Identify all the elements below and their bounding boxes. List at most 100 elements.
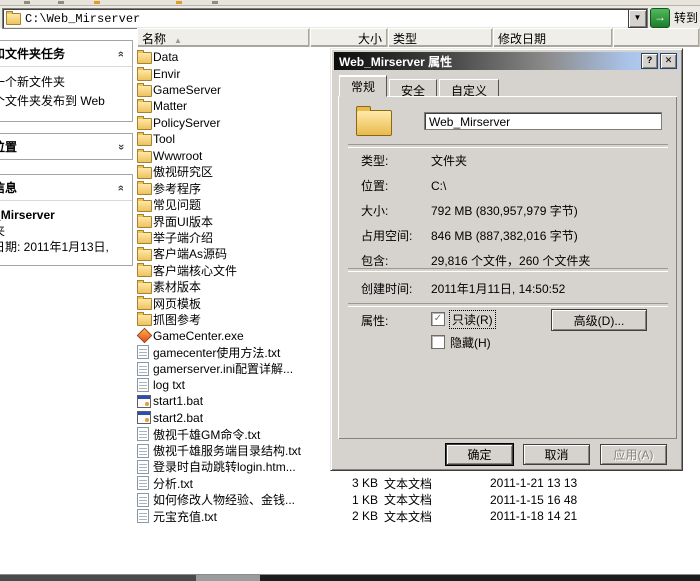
dialog-buttons: 确定 取消 应用(A) (331, 444, 667, 465)
advanced-button[interactable]: 高级(D)... (551, 309, 647, 331)
details-folder-name: Web_Mirserver (0, 207, 124, 223)
details-folder-type: 文件夹 (0, 223, 124, 239)
txt-icon (137, 345, 149, 359)
txt-icon (137, 427, 149, 441)
readonly-row: ✓ 只读(R) (431, 311, 495, 327)
dialog-tabs: 常规安全自定义 (339, 75, 501, 97)
details-header[interactable]: 详细信息 » (0, 175, 132, 201)
cancel-button[interactable]: 取消 (523, 444, 590, 465)
txt-icon (137, 476, 149, 490)
hidden-checkbox[interactable] (431, 335, 445, 349)
task-items: 创建一个新文件夹将这个文件夹发布到 Web (0, 67, 132, 121)
task-sidebar: 文件和文件夹任务 » 创建一个新文件夹将这个文件夹发布到 Web 其它位置 » … (0, 40, 133, 277)
folder-icon (137, 314, 152, 326)
fact-row: 类型: 文件夹 (338, 148, 677, 173)
txt-icon (137, 362, 149, 376)
folder-icon (137, 118, 152, 130)
hidden-row: 隐藏(H) (431, 334, 491, 350)
folder-icon (137, 134, 152, 146)
txt-icon (137, 493, 149, 507)
other-places-header[interactable]: 其它位置 » (0, 134, 132, 159)
folder-icon-large (356, 110, 392, 136)
folder-icon (137, 232, 152, 244)
folder-icon (137, 151, 152, 163)
task-item[interactable]: 创建一个新文件夹 (0, 73, 124, 92)
fact-row: 大小: 792 MB (830,957,979 字节) (338, 198, 677, 223)
help-button[interactable]: ? (641, 53, 658, 69)
address-input[interactable] (25, 11, 628, 26)
column-header-name[interactable]: 名称▲ (137, 28, 310, 47)
file-row[interactable]: 如何修改人物经验、金钱... 1 KB 文本文档 2011-1-15 16 48 (137, 492, 700, 508)
sort-asc-icon: ▲ (174, 36, 182, 45)
go-label: 转到 (674, 9, 698, 26)
close-button[interactable]: ✕ (660, 53, 677, 69)
folder-icon (6, 13, 21, 25)
folder-name-field[interactable]: Web_Mirserver (424, 112, 662, 130)
explorer-window: ▼ → 转到 名称▲ 大小 类型 修改日期 Data Envir GameSer… (0, 0, 700, 581)
general-tab-page: Web_Mirserver 类型: 文件夹 位置: C:\ 大小: 792 MB… (338, 96, 677, 439)
chevron-up-icon[interactable]: » (115, 50, 127, 56)
attributes-label: 属性: (361, 312, 388, 329)
txt-icon (137, 378, 149, 392)
details-panel: 详细信息 » Web_Mirserver 文件夹 修改日期: 2011年1月13… (0, 174, 133, 266)
file-folder-tasks-title: 文件和文件夹任务 (0, 45, 65, 62)
file-folder-tasks-header[interactable]: 文件和文件夹任务 » (0, 41, 132, 67)
fact-row: 位置: C:\ (338, 173, 677, 198)
folder-icon (137, 52, 152, 64)
column-header-modified[interactable]: 修改日期 (493, 28, 613, 47)
fact-row: 占用空间: 846 MB (887,382,016 字节) (338, 223, 677, 248)
folder-icon (137, 298, 152, 310)
details-body: Web_Mirserver 文件夹 修改日期: 2011年1月13日, (0, 201, 132, 265)
tab-安全[interactable]: 安全 (389, 79, 437, 97)
folder-icon (137, 85, 152, 97)
column-header-size[interactable]: 大小 (310, 28, 388, 47)
separator (348, 268, 668, 272)
address-combo[interactable]: ▼ (2, 8, 648, 29)
txt-icon (137, 444, 149, 458)
address-bar: ▼ → 转到 (0, 6, 700, 28)
scrollbar-track (0, 575, 196, 581)
toolbar-fragment (94, 1, 100, 4)
created-value: 2011年1月11日, 14:50:52 (431, 280, 565, 297)
ok-button[interactable]: 确定 (446, 444, 513, 465)
created-label: 创建时间: (361, 280, 431, 297)
created-row: 创建时间: 2011年1月11日, 14:50:52 (361, 278, 565, 298)
tab-常规[interactable]: 常规 (339, 75, 387, 97)
column-header-blank[interactable] (613, 28, 700, 47)
bat-icon (137, 395, 151, 408)
properties-dialog: Web_Mirserver 属性 ? ✕ 常规安全自定义 Web_Mirserv… (330, 48, 683, 471)
other-places-title: 其它位置 (0, 138, 17, 155)
file-row[interactable]: 元宝充值.txt 2 KB 文本文档 2011-1-18 14 21 (137, 508, 700, 524)
exe-icon (137, 328, 153, 344)
folder-icon (137, 183, 152, 195)
address-dropdown-button[interactable]: ▼ (628, 9, 647, 28)
dialog-titlebar[interactable]: Web_Mirserver 属性 ? ✕ (334, 52, 679, 70)
chevron-up-icon[interactable]: » (115, 184, 127, 190)
fact-rows: 类型: 文件夹 位置: C:\ 大小: 792 MB (830,957,979 … (338, 148, 677, 273)
scrollbar-thumb[interactable] (196, 575, 260, 581)
bat-icon (137, 411, 151, 424)
tab-自定义[interactable]: 自定义 (439, 79, 499, 97)
txt-icon (137, 509, 149, 523)
details-title: 详细信息 (0, 179, 17, 196)
readonly-label[interactable]: 只读(R) (450, 311, 495, 328)
txt-icon (137, 460, 149, 474)
folder-icon (137, 216, 152, 228)
details-modified-date: 修改日期: 2011年1月13日, (0, 239, 124, 255)
task-item[interactable]: 将这个文件夹发布到 Web (0, 92, 124, 111)
separator (348, 303, 668, 307)
folder-icon (137, 167, 152, 179)
dialog-title: Web_Mirserver 属性 (339, 53, 452, 70)
folder-icon (137, 282, 152, 294)
hidden-label[interactable]: 隐藏(H) (450, 334, 491, 351)
go-arrow-icon: → (650, 8, 670, 28)
file-row[interactable]: 分析.txt 3 KB 文本文档 2011-1-21 13 13 (137, 475, 700, 491)
readonly-checkbox[interactable]: ✓ (431, 312, 445, 326)
folder-icon (137, 101, 152, 113)
apply-button[interactable]: 应用(A) (600, 444, 667, 465)
toolbar-fragment (58, 1, 64, 4)
go-button[interactable]: → 转到 (650, 8, 698, 27)
column-header-type[interactable]: 类型 (388, 28, 493, 47)
folder-icon (137, 265, 152, 277)
chevron-down-icon[interactable]: » (115, 143, 127, 149)
